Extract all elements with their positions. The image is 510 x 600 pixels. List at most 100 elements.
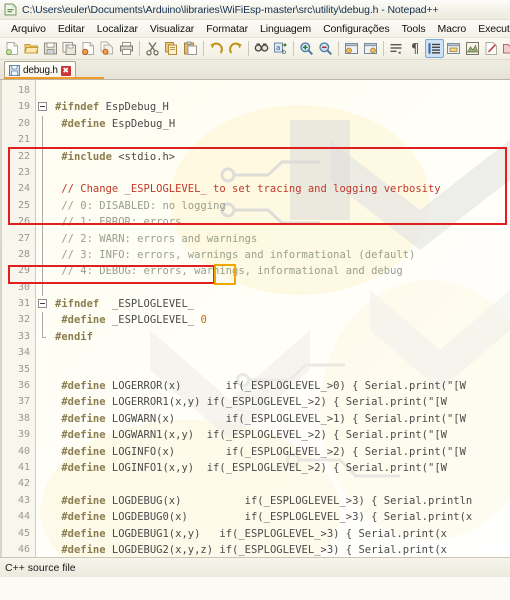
close-all-files-icon[interactable] bbox=[98, 39, 117, 58]
code-line[interactable]: #define LOGDEBUG(x) if(_ESPLOGLEVEL_>3) … bbox=[55, 493, 510, 509]
code-line[interactable] bbox=[55, 83, 510, 99]
indent-guideline-icon[interactable] bbox=[425, 39, 444, 58]
show-all-characters-icon[interactable]: ¶ bbox=[406, 39, 425, 58]
code-line[interactable]: // 4: DEBUG: errors, warnings, informati… bbox=[55, 263, 510, 279]
menu-item-configuracoes[interactable]: Configurações bbox=[317, 23, 395, 35]
fold-marker bbox=[36, 246, 49, 264]
print-icon[interactable] bbox=[117, 39, 136, 58]
menu-item-arquivo[interactable]: Arquivo bbox=[5, 23, 52, 35]
line-number: 37 bbox=[17, 396, 30, 408]
code-line[interactable] bbox=[55, 362, 510, 378]
fold-marker bbox=[36, 312, 49, 329]
code-line[interactable] bbox=[55, 165, 510, 181]
replace-icon[interactable]: a b bbox=[271, 39, 290, 58]
code-line[interactable]: #endif bbox=[55, 329, 510, 345]
fold-end-marker bbox=[42, 328, 46, 338]
code-line[interactable]: #include <stdio.h> bbox=[55, 149, 510, 165]
menu-item-visualizar[interactable]: Visualizar bbox=[144, 23, 200, 35]
code-line[interactable]: // 3: INFO: errors, warnings and informa… bbox=[55, 247, 510, 263]
code-line[interactable] bbox=[55, 476, 510, 492]
fold-marker[interactable] bbox=[36, 296, 49, 312]
code-token: // 3: INFO: errors, warnings and informa… bbox=[55, 248, 416, 261]
fold-marker bbox=[36, 148, 49, 165]
code-line[interactable]: #define LOGDEBUG2(x,y,z) if(_ESPLOGLEVEL… bbox=[55, 542, 510, 557]
fold-marker bbox=[36, 164, 49, 182]
fold-marker bbox=[36, 493, 49, 509]
user-defined-dialog-icon[interactable] bbox=[444, 39, 463, 58]
fold-marker[interactable] bbox=[36, 99, 49, 115]
menu-item-executar[interactable]: Executar bbox=[472, 23, 510, 35]
open-file-icon[interactable] bbox=[22, 39, 41, 58]
code-line[interactable]: #ifndef _ESPLOGLEVEL_ bbox=[55, 296, 510, 312]
toolbar-separator bbox=[383, 41, 384, 56]
zoom-out-icon[interactable] bbox=[316, 39, 335, 58]
redo-icon[interactable] bbox=[226, 39, 245, 58]
code-line[interactable]: #define LOGINFO(x) if(_ESPLOGLEVEL_>2) {… bbox=[55, 444, 510, 460]
menu-item-linguagem[interactable]: Linguagem bbox=[254, 23, 317, 35]
code-line[interactable]: // 1: ERROR: errors bbox=[55, 214, 510, 230]
menu-item-editar[interactable]: Editar bbox=[52, 23, 91, 35]
code-token: #define bbox=[61, 445, 106, 458]
fold-marker bbox=[36, 394, 49, 410]
code-editor[interactable]: 18 19 20 21 22 23 24 25 26 27 28 29 30 31 32 33 34 35 36 37… bbox=[0, 80, 510, 557]
sync-vertical-scroll-icon[interactable] bbox=[342, 39, 361, 58]
code-line[interactable] bbox=[55, 132, 510, 148]
fold-marker bbox=[36, 444, 49, 460]
code-line[interactable]: #define LOGWARN1(x,y) if(_ESPLOGLEVEL_>2… bbox=[55, 427, 510, 443]
tab-bar: debug.h ✖ bbox=[0, 60, 510, 80]
paste-icon[interactable] bbox=[181, 39, 200, 58]
window-title: C:\Users\euler\Documents\Arduino\librari… bbox=[22, 3, 439, 16]
fold-margin[interactable] bbox=[36, 80, 49, 557]
menu-item-tools[interactable]: Tools bbox=[395, 23, 431, 35]
new-file-icon[interactable] bbox=[3, 39, 22, 58]
folder-as-workspace-icon[interactable] bbox=[501, 39, 510, 58]
code-token: #define bbox=[61, 461, 106, 474]
fold-marker bbox=[36, 83, 49, 99]
line-number: 40 bbox=[17, 445, 30, 457]
save-all-icon[interactable] bbox=[60, 39, 79, 58]
document-map-icon[interactable] bbox=[463, 39, 482, 58]
notepad-plus-plus-window: C:\Users\euler\Documents\Arduino\librari… bbox=[0, 0, 510, 600]
undo-icon[interactable] bbox=[207, 39, 226, 58]
code-line[interactable]: #define LOGDEBUG1(x,y) if(_ESPLOGLEVEL_>… bbox=[55, 526, 510, 542]
sync-horizontal-scroll-icon[interactable] bbox=[361, 39, 380, 58]
close-file-icon[interactable] bbox=[79, 39, 98, 58]
cut-icon[interactable] bbox=[143, 39, 162, 58]
code-line[interactable]: #define LOGERROR(x) if(_ESPLOGLEVEL_>0) … bbox=[55, 378, 510, 394]
find-icon[interactable] bbox=[252, 39, 271, 58]
fold-collapse-icon[interactable] bbox=[38, 102, 47, 112]
code-area[interactable]: 18 19 20 21 22 23 24 25 26 27 28 29 30 31 32 33 34 35 36 37… bbox=[0, 80, 510, 557]
code-line[interactable]: #define EspDebug_H bbox=[55, 116, 510, 132]
source-code-text[interactable]: #ifndef EspDebug_H #define EspDebug_H #i… bbox=[49, 80, 510, 557]
fold-marker[interactable] bbox=[36, 328, 49, 345]
line-number: 34 bbox=[17, 347, 30, 359]
code-line[interactable]: #define LOGWARN(x) if(_ESPLOGLEVEL_>1) {… bbox=[55, 411, 510, 427]
fold-marker bbox=[36, 132, 49, 149]
code-line[interactable] bbox=[55, 345, 510, 361]
menu-item-macro[interactable]: Macro bbox=[432, 23, 473, 35]
fold-collapse-icon[interactable] bbox=[38, 299, 47, 309]
code-line[interactable]: // Change _ESPLOGLEVEL_ to set tracing a… bbox=[55, 181, 510, 197]
line-number: 23 bbox=[17, 166, 30, 178]
word-wrap-icon[interactable] bbox=[387, 39, 406, 58]
menu-item-formatar[interactable]: Formatar bbox=[200, 23, 254, 35]
code-line[interactable]: // 0: DISABLED: no logging bbox=[55, 198, 510, 214]
code-line[interactable]: // 2: WARN: errors and warnings bbox=[55, 231, 510, 247]
code-token: // 0: DISABLED: no logging bbox=[55, 199, 226, 212]
save-icon[interactable] bbox=[41, 39, 60, 58]
code-line[interactable] bbox=[55, 280, 510, 296]
code-line[interactable]: #define LOGERROR1(x,y) if(_ESPLOGLEVEL_>… bbox=[55, 394, 510, 410]
code-token: <stdio.h> bbox=[118, 150, 176, 163]
function-list-icon[interactable] bbox=[482, 39, 501, 58]
code-token: #ifndef bbox=[55, 298, 100, 311]
fold-marker bbox=[36, 411, 49, 427]
zoom-in-icon[interactable] bbox=[297, 39, 316, 58]
close-icon[interactable]: ✖ bbox=[60, 65, 71, 76]
code-line[interactable]: #ifndef EspDebug_H bbox=[55, 99, 510, 115]
fold-guide-line bbox=[42, 148, 43, 165]
copy-icon[interactable] bbox=[162, 39, 181, 58]
code-line[interactable]: #define _ESPLOGLEVEL_ 0 bbox=[55, 312, 510, 328]
code-line[interactable]: #define LOGDEBUG0(x) if(_ESPLOGLEVEL_>3)… bbox=[55, 509, 510, 525]
code-line[interactable]: #define LOGINFO1(x,y) if(_ESPLOGLEVEL_>2… bbox=[55, 460, 510, 476]
menu-item-localizar[interactable]: Localizar bbox=[91, 23, 144, 35]
